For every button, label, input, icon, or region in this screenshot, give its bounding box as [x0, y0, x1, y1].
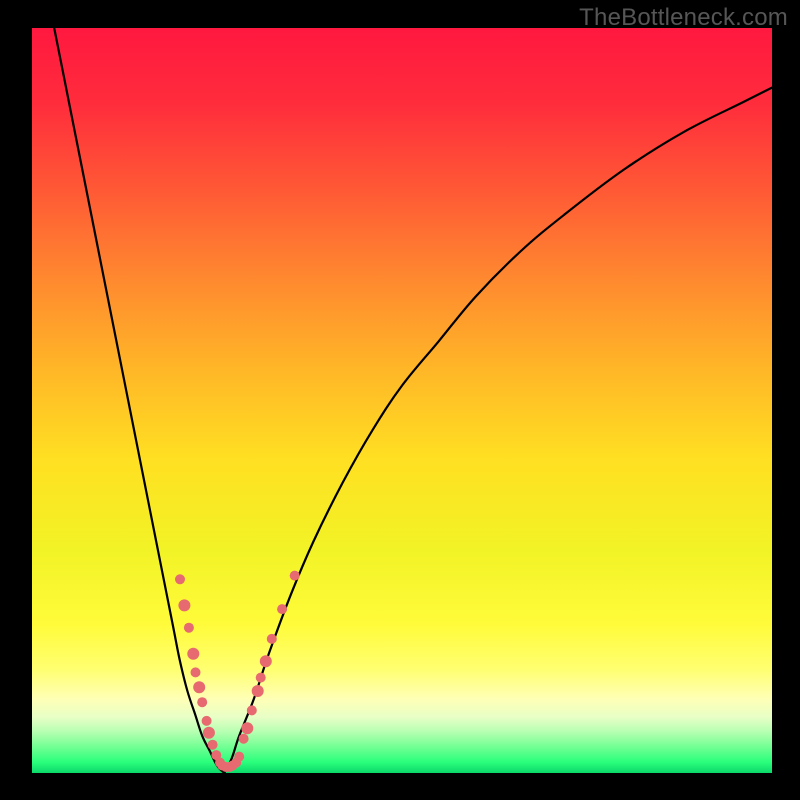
data-point: [202, 716, 212, 726]
bottleneck-chart: [32, 28, 772, 773]
data-point: [187, 648, 199, 660]
data-point: [260, 655, 272, 667]
data-point: [239, 734, 249, 744]
data-point: [290, 571, 300, 581]
data-point: [197, 697, 207, 707]
data-point: [191, 667, 201, 677]
data-point: [256, 673, 266, 683]
data-point: [247, 705, 257, 715]
data-point: [241, 722, 253, 734]
data-point: [277, 604, 287, 614]
gradient-background: [32, 28, 772, 773]
data-point: [203, 727, 215, 739]
data-point: [184, 623, 194, 633]
data-point: [178, 599, 190, 611]
data-point: [175, 574, 185, 584]
data-point: [252, 685, 264, 697]
data-point: [267, 634, 277, 644]
data-point: [193, 681, 205, 693]
app-frame: TheBottleneck.com: [0, 0, 800, 800]
data-point: [208, 740, 218, 750]
chart-area: [32, 28, 772, 773]
data-point: [234, 752, 244, 762]
